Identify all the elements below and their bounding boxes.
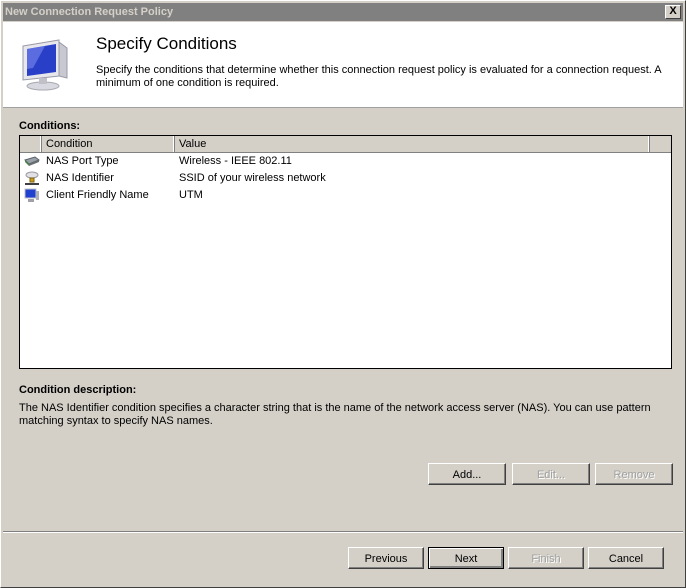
list-header: Condition Value <box>20 136 671 153</box>
wizard-header: Specify Conditions Specify the condition… <box>3 22 683 108</box>
condition-value: UTM <box>179 189 203 201</box>
condition-value: SSID of your wireless network <box>179 172 326 184</box>
button-separator <box>3 531 683 533</box>
conditions-label: Conditions: <box>19 120 81 132</box>
next-button[interactable]: Next <box>428 547 504 569</box>
title-bar: New Connection Request Policy X <box>3 3 683 21</box>
window-title: New Connection Request Policy <box>5 6 174 18</box>
finish-button[interactable]: Finish <box>508 547 584 569</box>
cancel-button[interactable]: Cancel <box>588 547 664 569</box>
table-row[interactable]: NAS Identifier SSID of your wireless net… <box>20 170 671 187</box>
column-header-condition[interactable]: Condition <box>42 136 175 152</box>
close-icon: X <box>669 5 677 17</box>
previous-button[interactable]: Previous <box>348 547 424 569</box>
computer-monitor-icon <box>22 39 68 91</box>
network-card-icon <box>24 156 40 166</box>
add-button[interactable]: Add... <box>428 463 506 485</box>
remove-button[interactable]: Remove <box>595 463 673 485</box>
table-row[interactable]: Client Friendly Name UTM <box>20 187 671 204</box>
page-title: Specify Conditions <box>96 34 237 53</box>
network-server-icon <box>25 171 39 185</box>
column-header-icon[interactable] <box>20 136 42 152</box>
edit-button[interactable]: Edit... <box>512 463 590 485</box>
condition-name: NAS Identifier <box>46 172 114 184</box>
table-row[interactable]: NAS Port Type Wireless - IEEE 802.11 <box>20 153 671 170</box>
conditions-list[interactable]: Condition Value NAS Port Type Wireless -… <box>19 135 672 369</box>
page-subtitle: Specify the conditions that determine wh… <box>96 64 662 89</box>
condition-description-text: The NAS Identifier condition specifies a… <box>19 402 651 427</box>
wizard-window: New Connection Request Policy X Specify … <box>0 0 686 588</box>
condition-value: Wireless - IEEE 802.11 <box>179 155 292 167</box>
close-button[interactable]: X <box>665 5 681 19</box>
condition-name: Client Friendly Name <box>46 189 149 201</box>
condition-name: NAS Port Type <box>46 155 119 167</box>
column-header-value[interactable]: Value <box>175 136 650 152</box>
client-computer-icon <box>24 188 39 202</box>
condition-description-label: Condition description: <box>19 384 137 396</box>
